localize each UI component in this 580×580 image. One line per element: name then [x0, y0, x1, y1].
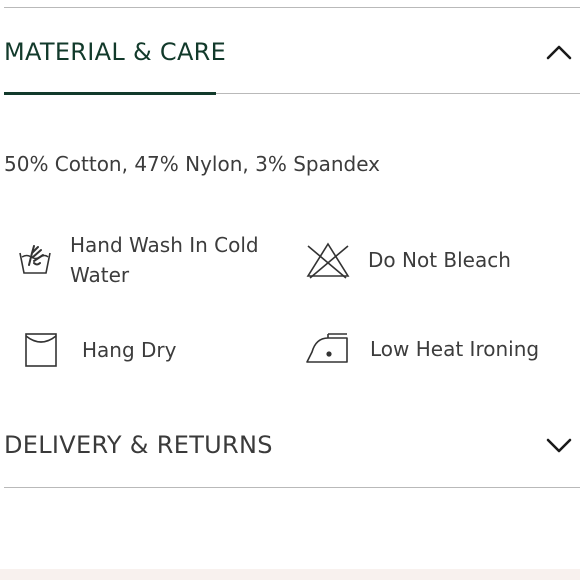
delivery-returns-header[interactable]: DELIVERY & RETURNS [4, 415, 580, 475]
material-care-title: MATERIAL & CARE [4, 38, 227, 66]
delivery-returns-title: DELIVERY & RETURNS [4, 431, 273, 459]
hang-dry-icon [24, 332, 58, 368]
care-item-label: Do Not Bleach [368, 248, 511, 272]
material-care-divider [4, 92, 580, 95]
footer-band [0, 569, 580, 580]
active-section-indicator [4, 92, 216, 95]
fabric-composition: 50% Cotton, 47% Nylon, 3% Spandex [4, 152, 381, 176]
top-divider [4, 7, 580, 8]
do-not-bleach-icon [304, 240, 352, 280]
care-item-hand-wash: Hand Wash In Cold Water [18, 230, 280, 290]
care-item-hang-dry: Hang Dry [24, 332, 176, 368]
care-item-label: Hand Wash In Cold Water [70, 233, 259, 287]
chevron-down-icon[interactable] [544, 430, 574, 460]
care-item-low-heat-iron: Low Heat Ironing [304, 332, 539, 366]
care-item-label: Hang Dry [82, 338, 177, 362]
low-heat-iron-icon [304, 332, 350, 366]
material-care-header[interactable]: MATERIAL & CARE [4, 22, 580, 82]
care-item-label: Low Heat Ironing [370, 337, 540, 361]
chevron-up-icon[interactable] [544, 37, 574, 67]
delivery-returns-divider [4, 487, 580, 488]
care-item-do-not-bleach: Do Not Bleach [304, 240, 511, 280]
hand-wash-icon [18, 243, 52, 277]
product-details-accordion: MATERIAL & CARE 50% Cotton, 47% Nylon, 3… [0, 0, 580, 580]
